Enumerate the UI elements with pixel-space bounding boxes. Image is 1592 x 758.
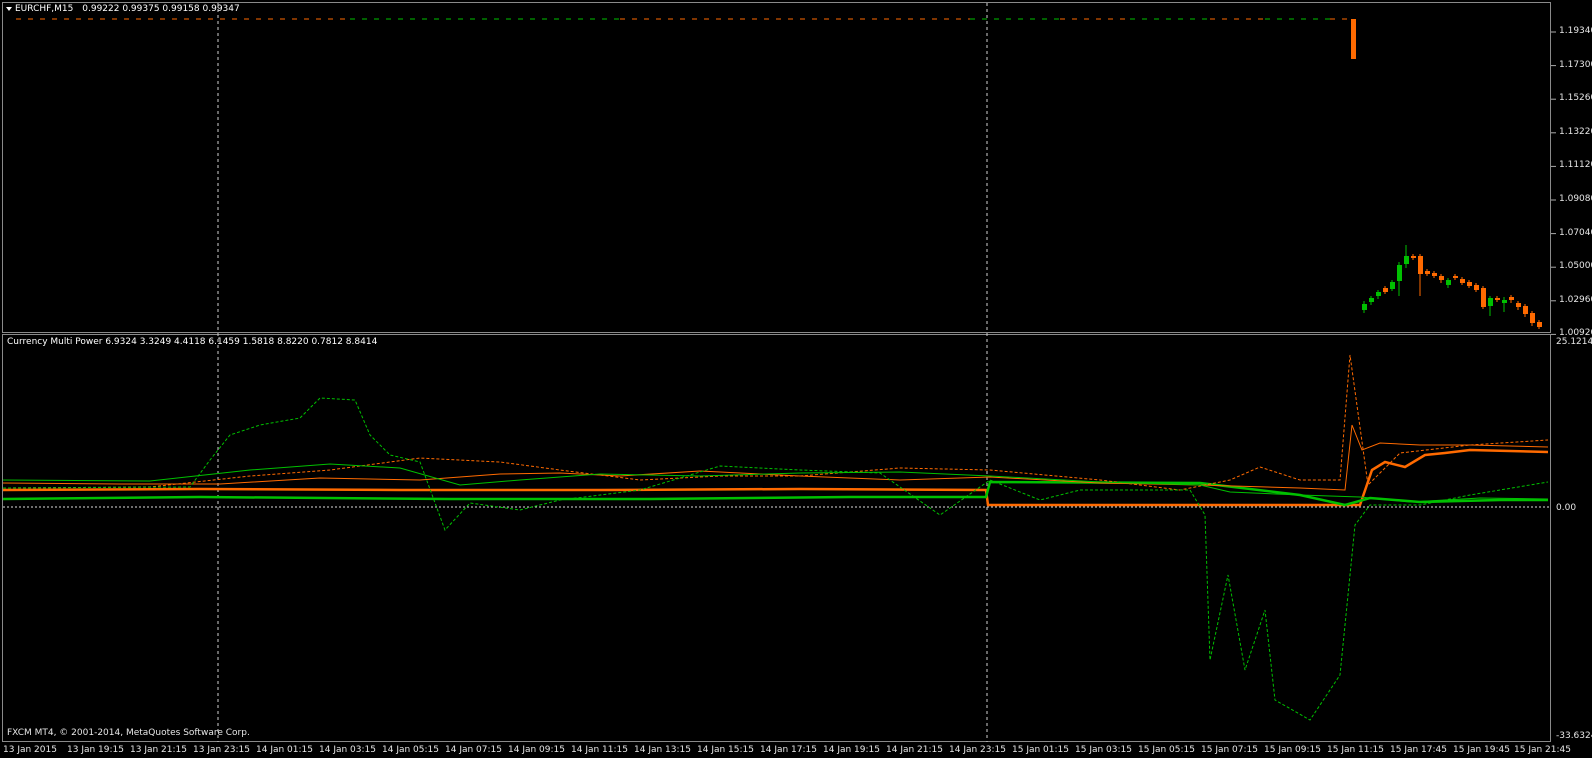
price-tick-label: 1.02960 bbox=[1559, 294, 1592, 305]
candle-body bbox=[1390, 282, 1395, 289]
time-tick-label: 14 Jan 21:15 bbox=[886, 745, 943, 755]
time-tick-label: 15 Jan 09:15 bbox=[1264, 745, 1321, 755]
candle-body bbox=[1369, 298, 1374, 302]
crash-candle bbox=[1351, 19, 1356, 59]
time-tick-label: 13 Jan 23:15 bbox=[193, 745, 250, 755]
price-tick-label: 1.07040 bbox=[1559, 227, 1592, 238]
candle-body bbox=[1383, 288, 1388, 292]
candle-body bbox=[1446, 280, 1451, 285]
power-line-orange-2 bbox=[2, 354, 1549, 491]
time-tick-label: 14 Jan 07:15 bbox=[445, 745, 502, 755]
candle-body bbox=[1439, 276, 1444, 280]
candle-body bbox=[1418, 256, 1423, 274]
candle-body bbox=[1397, 265, 1402, 281]
price-tick-label: 1.05000 bbox=[1559, 261, 1592, 272]
candle-body bbox=[1537, 322, 1542, 327]
time-tick-label: 14 Jan 17:15 bbox=[760, 745, 817, 755]
time-tick-label: 15 Jan 21:45 bbox=[1514, 745, 1571, 755]
time-tick-label: 15 Jan 03:15 bbox=[1075, 745, 1132, 755]
candle-body bbox=[1495, 298, 1500, 300]
candle-body bbox=[1467, 282, 1472, 286]
candle-body bbox=[1502, 300, 1507, 303]
time-tick-label: 15 Jan 07:15 bbox=[1201, 745, 1258, 755]
time-tick-label: 13 Jan 19:15 bbox=[67, 745, 124, 755]
price-tick-label: 1.13220 bbox=[1559, 126, 1592, 137]
power-line-orange-1 bbox=[2, 424, 1549, 491]
time-tick-label: 13 Jan 21:15 bbox=[130, 745, 187, 755]
candle-body bbox=[1488, 298, 1493, 306]
chart-canvas[interactable] bbox=[0, 0, 1592, 758]
time-tick-label: 15 Jan 01:15 bbox=[1012, 745, 1069, 755]
price-tick-label: 1.17300 bbox=[1559, 59, 1592, 70]
time-tick-label: 14 Jan 11:15 bbox=[571, 745, 628, 755]
power-line-green-2 bbox=[2, 397, 1549, 721]
time-tick-label: 14 Jan 03:15 bbox=[319, 745, 376, 755]
candle-body bbox=[1509, 297, 1514, 300]
time-tick-label: 14 Jan 13:15 bbox=[634, 745, 691, 755]
time-tick-label: 15 Jan 19:45 bbox=[1453, 745, 1510, 755]
candle-body bbox=[1376, 292, 1381, 296]
time-tick-label: 14 Jan 15:15 bbox=[697, 745, 754, 755]
time-tick-label: 14 Jan 19:15 bbox=[823, 745, 880, 755]
candle-body bbox=[1460, 279, 1465, 283]
candle-body bbox=[1362, 304, 1367, 310]
indicator-max-label: 25.1214 bbox=[1556, 337, 1592, 347]
price-tick-label: 1.19340 bbox=[1559, 26, 1592, 36]
candle-body bbox=[1425, 271, 1430, 274]
price-tick-label: 1.15260 bbox=[1559, 93, 1592, 104]
candle-body bbox=[1453, 276, 1458, 278]
time-tick-label: 14 Jan 09:15 bbox=[508, 745, 565, 755]
candle-body bbox=[1404, 256, 1409, 264]
copyright-footer: FXCM MT4, © 2001-2014, MetaQuotes Softwa… bbox=[7, 728, 250, 738]
candle-body bbox=[1530, 313, 1535, 323]
power-line-green-thick bbox=[2, 480, 1548, 507]
candle-body bbox=[1411, 256, 1416, 258]
time-tick-label: 15 Jan 17:45 bbox=[1390, 745, 1447, 755]
candle-body bbox=[1516, 303, 1521, 307]
price-tick-label: 1.11120 bbox=[1559, 160, 1592, 171]
time-tick-label: 14 Jan 23:15 bbox=[949, 745, 1006, 755]
candle-body bbox=[1432, 273, 1437, 276]
time-tick-label: 13 Jan 2015 bbox=[3, 745, 57, 755]
candle-body bbox=[1481, 288, 1486, 307]
indicator-zero-label: 0.00 bbox=[1556, 503, 1577, 513]
time-tick-label: 15 Jan 11:15 bbox=[1327, 745, 1384, 755]
candle-body bbox=[1474, 285, 1479, 290]
time-tick-label: 15 Jan 05:15 bbox=[1138, 745, 1195, 755]
price-tick-label: 1.09080 bbox=[1559, 194, 1592, 204]
indicator-min-label: -33.6324 bbox=[1556, 731, 1592, 741]
time-tick-label: 14 Jan 05:15 bbox=[382, 745, 439, 755]
candle-body bbox=[1523, 306, 1528, 314]
time-tick-label: 14 Jan 01:15 bbox=[256, 745, 313, 755]
